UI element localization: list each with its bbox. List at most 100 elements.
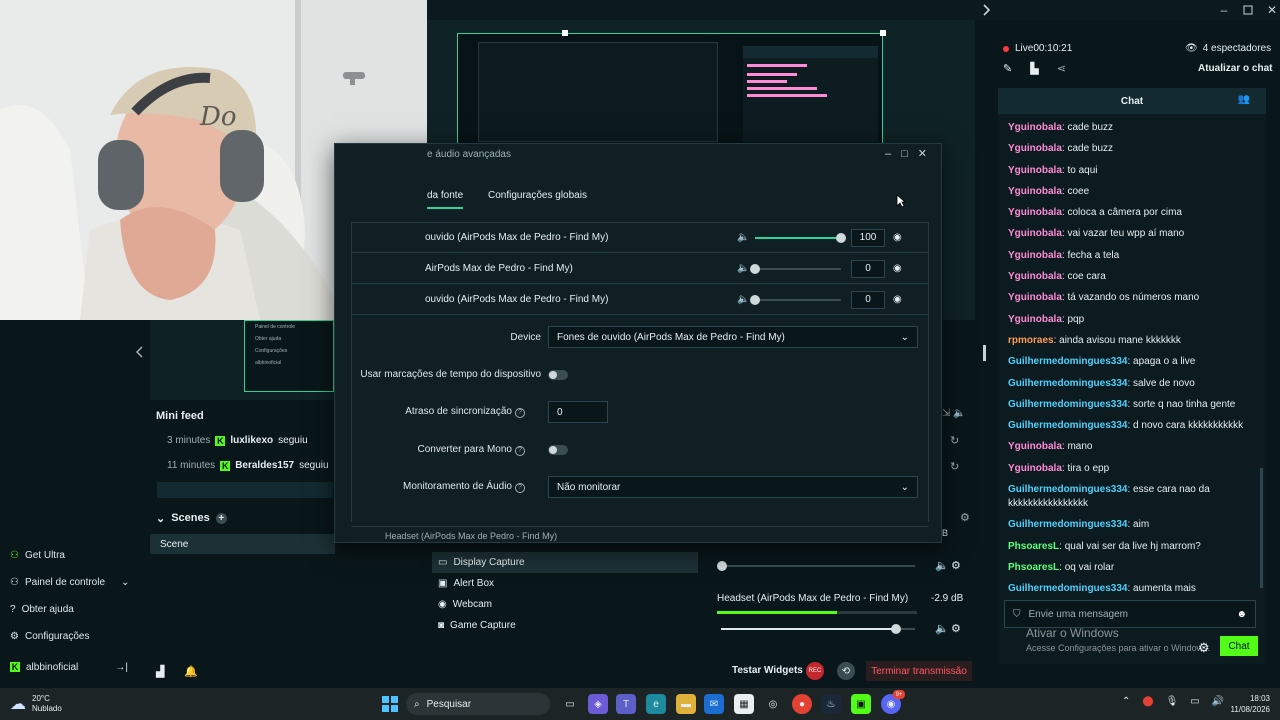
mono-toggle[interactable] xyxy=(548,445,568,455)
folder-icon[interactable]: ▬ xyxy=(676,694,696,714)
monitor-select[interactable]: Não monitorar ⌄ xyxy=(548,476,918,498)
streamlabs-icon[interactable]: ▣ xyxy=(851,694,871,714)
feed-user[interactable]: Beraldes157 xyxy=(235,460,294,471)
gear-icon[interactable]: ⚙ xyxy=(951,622,961,635)
logout-icon[interactable]: →| xyxy=(115,662,128,673)
nav-settings[interactable]: ⚙ Configurações xyxy=(10,625,89,647)
scene-item[interactable]: Scene xyxy=(150,534,335,554)
replay-button[interactable]: ⟲ xyxy=(837,662,855,680)
share-icon[interactable]: ⋖ xyxy=(1057,62,1066,75)
feed-user[interactable]: luxlikexo xyxy=(230,435,273,446)
timestamps-toggle[interactable] xyxy=(548,370,568,380)
test-widgets-button[interactable]: Testar Widgets xyxy=(732,665,803,676)
chat-username[interactable]: Guilhermedomingues334 xyxy=(1008,356,1127,367)
mixer-slider-1[interactable] xyxy=(717,561,915,571)
chat-username[interactable]: Yguinobala xyxy=(1008,186,1062,197)
source-alert-box[interactable]: ▣ Alert Box xyxy=(432,573,698,594)
chat-username[interactable]: Guilhermedomingues334 xyxy=(1008,484,1127,495)
speaker-icon[interactable]: 🔈 xyxy=(737,263,749,274)
collapse-icon[interactable]: ⌄ xyxy=(156,512,165,525)
nav-dashboard[interactable]: ⚇ Painel de controle ⌄ xyxy=(10,571,129,593)
add-scene-icon[interactable]: + xyxy=(215,512,227,524)
collapse-chat-chevron-icon[interactable] xyxy=(980,2,992,18)
resize-handle[interactable] xyxy=(880,30,886,36)
speaker-icon[interactable]: 🔈 xyxy=(935,622,949,635)
close-icon[interactable]: ✕ xyxy=(1262,2,1280,18)
volume-slider[interactable] xyxy=(755,232,846,243)
chat-send-button[interactable]: Chat xyxy=(1220,636,1258,656)
volume-icon[interactable]: 🔊 xyxy=(1212,696,1224,707)
volume-input[interactable]: 0 xyxy=(851,290,885,309)
volume-input[interactable]: 0 xyxy=(851,259,885,278)
task-view-icon[interactable]: ▭ xyxy=(560,694,580,714)
chat-username[interactable]: Yguinobala xyxy=(1008,441,1062,452)
edge-icon[interactable]: e xyxy=(646,694,666,714)
collapse-left-chevron-icon[interactable] xyxy=(135,344,145,360)
eye-icon[interactable]: ◉ xyxy=(893,263,902,274)
gear-icon[interactable]: ⚙ xyxy=(960,511,970,524)
refresh-icon[interactable]: ↻ xyxy=(950,460,959,473)
resize-handle[interactable] xyxy=(562,30,568,36)
speaker-icon[interactable]: 🔈 xyxy=(737,232,749,243)
stats-icon[interactable]: ▟ xyxy=(156,665,164,678)
refresh-icon[interactable]: ↻ xyxy=(950,434,959,447)
chat-username[interactable]: Yguinobala xyxy=(1008,314,1062,325)
refresh-chat-button[interactable]: Atualizar o chat xyxy=(1198,63,1272,74)
maximize-icon[interactable]: □ xyxy=(901,148,908,160)
mixer-slider-2[interactable] xyxy=(721,624,915,634)
obs-icon[interactable]: ◎ xyxy=(763,694,783,714)
volume-slider[interactable] xyxy=(750,263,841,274)
tab-source[interactable]: da fonte xyxy=(427,190,464,209)
taskbar-search[interactable]: ⌕ Pesquisar xyxy=(406,693,550,715)
eye-icon[interactable]: ◉ xyxy=(893,294,902,305)
chat-username[interactable]: Guilhermedomingues334 xyxy=(1008,519,1127,530)
minimize-icon[interactable]: – xyxy=(885,148,891,160)
teams-icon[interactable]: T xyxy=(616,694,636,714)
close-icon[interactable]: ✕ xyxy=(918,147,927,160)
chat-username[interactable]: Yguinobala xyxy=(1008,271,1062,282)
chat-username[interactable]: Guilhermedomingues334 xyxy=(1008,399,1127,410)
weather-widget[interactable]: ☁ 20°C Nublado xyxy=(10,694,62,714)
speaker-icon[interactable]: 🔈 xyxy=(737,294,749,305)
chat-username[interactable]: Yguinobala xyxy=(1008,228,1062,239)
end-stream-button[interactable]: Terminar transmissão xyxy=(866,661,972,681)
volume-input[interactable]: 100 xyxy=(851,228,885,247)
splitter-handle[interactable] xyxy=(983,345,986,361)
microphone-icon[interactable]: 🎙 xyxy=(1166,696,1179,707)
chat-username[interactable]: PhsoaresL xyxy=(1008,541,1059,552)
volume-slider[interactable] xyxy=(750,294,841,305)
chat-username[interactable]: Guilhermedomingues334 xyxy=(1008,420,1127,431)
source-display-capture[interactable]: ▭ Display Capture xyxy=(432,552,698,573)
chrome-icon[interactable]: ● xyxy=(792,694,812,714)
chat-username[interactable]: Yguinobala xyxy=(1008,292,1062,303)
steam-icon[interactable]: ♨ xyxy=(821,694,841,714)
app-tray-icon[interactable]: ⬤ xyxy=(1142,696,1153,707)
gear-icon[interactable]: ⚙ xyxy=(951,559,961,572)
minimize-icon[interactable]: – xyxy=(1214,2,1234,18)
users-icon[interactable]: 👥 xyxy=(1238,94,1250,105)
sync-delay-input[interactable]: 0 xyxy=(548,401,608,423)
windows-start-icon[interactable] xyxy=(380,694,400,714)
chat-username[interactable]: Guilhermedomingues334 xyxy=(1008,583,1127,594)
bell-icon[interactable]: 🔔 xyxy=(184,665,198,678)
chat-username[interactable]: Yguinobala xyxy=(1008,122,1062,133)
mail-icon[interactable]: ✉ xyxy=(704,694,724,714)
nav-get-ultra[interactable]: ⚇ Get Ultra xyxy=(10,544,65,566)
chat-username[interactable]: rpmoraes xyxy=(1008,335,1054,346)
chat-username[interactable]: Guilhermedomingues334 xyxy=(1008,378,1127,389)
nav-help[interactable]: ? Obter ajuda xyxy=(10,598,74,620)
network-icon[interactable]: ▭ xyxy=(1190,696,1199,707)
chat-scrollbar[interactable] xyxy=(1260,468,1263,588)
rec-button[interactable]: REC xyxy=(806,662,824,680)
gear-icon[interactable]: ⚙ xyxy=(1198,640,1210,656)
chat-username[interactable]: Yguinobala xyxy=(1008,250,1062,261)
chat-username[interactable]: Yguinobala xyxy=(1008,143,1062,154)
clip-icon[interactable]: ▙ xyxy=(1030,62,1038,75)
mixer-header-icons[interactable]: ⇲ 🔈 xyxy=(942,408,966,419)
eye-icon[interactable]: ◉ xyxy=(893,232,902,243)
chat-username[interactable]: Yguinobala xyxy=(1008,207,1062,218)
chat-username[interactable]: Yguinobala xyxy=(1008,165,1062,176)
chevron-up-icon[interactable]: ⌃ xyxy=(1122,696,1130,707)
device-select[interactable]: Fones de ouvido (AirPods Max de Pedro - … xyxy=(548,326,918,348)
edit-icon[interactable]: ✎ xyxy=(1003,62,1012,75)
